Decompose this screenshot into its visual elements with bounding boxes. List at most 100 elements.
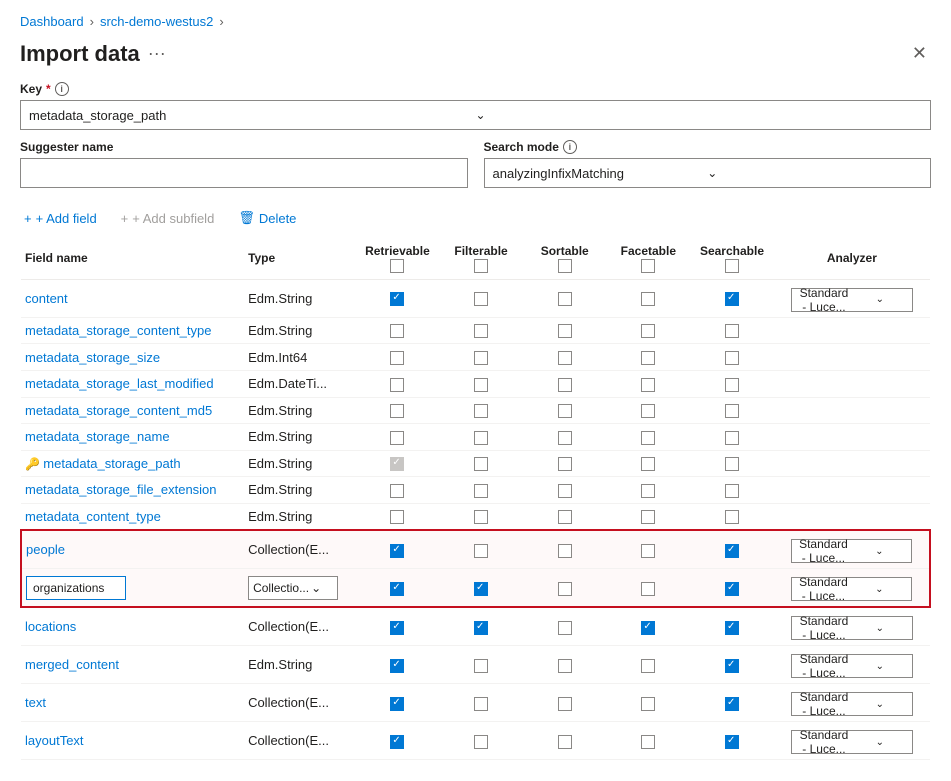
table-row[interactable]: metadata_content_typeEdm.String <box>21 503 930 530</box>
analyzer-select[interactable]: Standard - Luce...⌄ <box>791 730 913 754</box>
retrievable-checkbox[interactable] <box>390 582 404 596</box>
sortable-checkbox[interactable] <box>558 735 572 749</box>
filterable-checkbox[interactable] <box>474 351 488 365</box>
searchable-checkbox[interactable] <box>725 457 739 471</box>
retrievable-checkbox[interactable] <box>390 697 404 711</box>
add-subfield-button[interactable]: + + Add subfield <box>117 209 219 228</box>
analyzer-select[interactable]: Standard - Luce...⌄ <box>791 577 913 601</box>
analyzer-select[interactable]: Standard - Luce...⌄ <box>791 616 913 640</box>
searchable-checkbox[interactable] <box>725 324 739 338</box>
sortable-checkbox[interactable] <box>558 292 572 306</box>
searchmode-select[interactable]: analyzingInfixMatching ⌄ <box>484 158 932 188</box>
delete-button[interactable]: 🗑 Delete <box>234 208 300 228</box>
retrievable-checkbox[interactable] <box>390 621 404 635</box>
more-options-icon[interactable]: ··· <box>148 43 166 64</box>
sortable-checkbox[interactable] <box>558 510 572 524</box>
retrievable-checkbox[interactable] <box>390 544 404 558</box>
header-retrievable-checkbox[interactable] <box>390 259 404 273</box>
breadcrumb-dashboard[interactable]: Dashboard <box>20 14 84 29</box>
facetable-checkbox[interactable] <box>641 431 655 445</box>
sortable-checkbox[interactable] <box>558 404 572 418</box>
type-select[interactable]: Collectio...⌄ <box>248 576 338 600</box>
table-row[interactable]: metadata_storage_content_typeEdm.String <box>21 317 930 344</box>
sortable-checkbox[interactable] <box>558 378 572 392</box>
retrievable-checkbox[interactable] <box>390 292 404 306</box>
facetable-checkbox[interactable] <box>641 351 655 365</box>
close-button[interactable]: ✕ <box>908 39 931 68</box>
table-row[interactable]: layoutTextCollection(E...Standard - Luce… <box>21 722 930 760</box>
analyzer-select[interactable]: Standard - Luce...⌄ <box>791 654 913 678</box>
searchable-checkbox[interactable] <box>725 292 739 306</box>
table-row[interactable]: 🔑 metadata_storage_pathEdm.String <box>21 450 930 477</box>
filterable-checkbox[interactable] <box>474 697 488 711</box>
searchable-checkbox[interactable] <box>725 510 739 524</box>
key-select[interactable]: metadata_storage_path ⌄ <box>20 100 931 130</box>
table-row[interactable]: peopleCollection(E...Standard - Luce...⌄ <box>21 530 930 569</box>
searchable-checkbox[interactable] <box>725 484 739 498</box>
searchable-checkbox[interactable] <box>725 735 739 749</box>
sortable-checkbox[interactable] <box>558 324 572 338</box>
retrievable-checkbox[interactable] <box>390 457 404 471</box>
retrievable-checkbox[interactable] <box>390 659 404 673</box>
table-row[interactable]: metadata_storage_last_modifiedEdm.DateTi… <box>21 370 930 397</box>
sortable-checkbox[interactable] <box>558 351 572 365</box>
facetable-checkbox[interactable] <box>641 324 655 338</box>
sortable-checkbox[interactable] <box>558 431 572 445</box>
header-facetable-checkbox[interactable] <box>641 259 655 273</box>
analyzer-select[interactable]: Standard - Luce...⌄ <box>791 539 913 563</box>
suggester-input[interactable] <box>20 158 468 188</box>
header-sortable-checkbox[interactable] <box>558 259 572 273</box>
facetable-checkbox[interactable] <box>641 510 655 524</box>
filterable-checkbox[interactable] <box>474 457 488 471</box>
retrievable-checkbox[interactable] <box>390 510 404 524</box>
analyzer-select[interactable]: Standard - Luce...⌄ <box>791 288 913 312</box>
facetable-checkbox[interactable] <box>641 404 655 418</box>
searchable-checkbox[interactable] <box>725 697 739 711</box>
table-row[interactable]: locationsCollection(E...Standard - Luce.… <box>21 607 930 646</box>
facetable-checkbox[interactable] <box>641 735 655 749</box>
searchable-checkbox[interactable] <box>725 582 739 596</box>
filterable-checkbox[interactable] <box>474 324 488 338</box>
retrievable-checkbox[interactable] <box>390 431 404 445</box>
table-row[interactable]: metadata_storage_nameEdm.String <box>21 424 930 451</box>
field-name-input[interactable] <box>26 576 126 600</box>
header-filterable-checkbox[interactable] <box>474 259 488 273</box>
key-info-icon[interactable]: i <box>55 82 69 96</box>
table-row[interactable]: merged_contentEdm.StringStandard - Luce.… <box>21 646 930 684</box>
filterable-checkbox[interactable] <box>474 544 488 558</box>
filterable-checkbox[interactable] <box>474 484 488 498</box>
retrievable-checkbox[interactable] <box>390 484 404 498</box>
facetable-checkbox[interactable] <box>641 697 655 711</box>
searchmode-info-icon[interactable]: i <box>563 140 577 154</box>
searchable-checkbox[interactable] <box>725 621 739 635</box>
sortable-checkbox[interactable] <box>558 582 572 596</box>
table-row[interactable]: contentEdm.StringStandard - Luce...⌄ <box>21 279 930 317</box>
retrievable-checkbox[interactable] <box>390 735 404 749</box>
retrievable-checkbox[interactable] <box>390 404 404 418</box>
filterable-checkbox[interactable] <box>474 582 488 596</box>
analyzer-select[interactable]: Standard - Luce...⌄ <box>791 692 913 716</box>
facetable-checkbox[interactable] <box>641 378 655 392</box>
searchable-checkbox[interactable] <box>725 659 739 673</box>
searchable-checkbox[interactable] <box>725 431 739 445</box>
table-row[interactable]: Collectio...⌄ Standard - Luce...⌄ <box>21 569 930 608</box>
retrievable-checkbox[interactable] <box>390 378 404 392</box>
searchable-checkbox[interactable] <box>725 544 739 558</box>
facetable-checkbox[interactable] <box>641 621 655 635</box>
filterable-checkbox[interactable] <box>474 510 488 524</box>
filterable-checkbox[interactable] <box>474 378 488 392</box>
table-row[interactable]: textCollection(E...Standard - Luce...⌄ <box>21 684 930 722</box>
filterable-checkbox[interactable] <box>474 404 488 418</box>
header-searchable-checkbox[interactable] <box>725 259 739 273</box>
facetable-checkbox[interactable] <box>641 484 655 498</box>
table-row[interactable]: metadata_storage_sizeEdm.Int64 <box>21 344 930 371</box>
facetable-checkbox[interactable] <box>641 292 655 306</box>
sortable-checkbox[interactable] <box>558 621 572 635</box>
filterable-checkbox[interactable] <box>474 431 488 445</box>
retrievable-checkbox[interactable] <box>390 324 404 338</box>
filterable-checkbox[interactable] <box>474 621 488 635</box>
filterable-checkbox[interactable] <box>474 735 488 749</box>
facetable-checkbox[interactable] <box>641 582 655 596</box>
filterable-checkbox[interactable] <box>474 659 488 673</box>
facetable-checkbox[interactable] <box>641 457 655 471</box>
